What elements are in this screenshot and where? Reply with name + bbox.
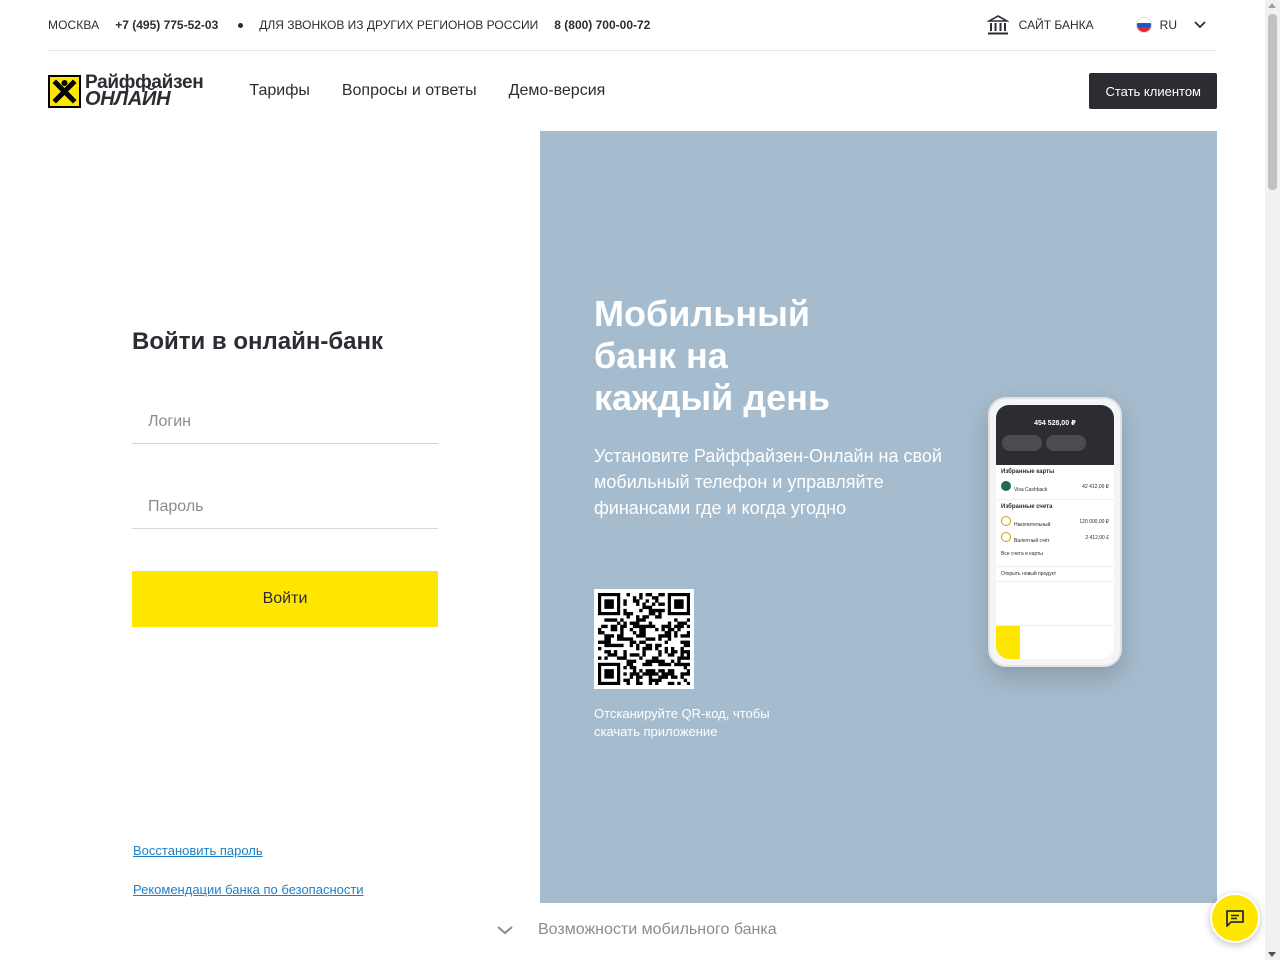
help-links: Восстановить пароль Рекомендации банка п… [133,843,364,921]
main-nav: Тарифы Вопросы и ответы Демо-версия [249,82,605,100]
phone-card-amount: 42 412,00 ₽ [1082,484,1109,490]
mobile-app-promo: Мобильный банк на каждый день Установите… [540,131,1217,903]
regions-label: ДЛЯ ЗВОНКОВ ИЗ ДРУГИХ РЕГИОНОВ РОССИИ [259,18,539,32]
nav-faq[interactable]: Вопросы и ответы [342,82,477,100]
russia-flag-icon [1135,17,1152,33]
phone-cards-section: Избранные карты Visa Cashback 42 412,00 ₽ [996,465,1114,500]
phone-cards-title: Избранные карты [1001,469,1055,475]
page-scrollbar[interactable] [1265,0,1280,960]
qr-code [594,589,694,689]
scroll-up-arrow-icon[interactable] [1268,3,1276,8]
mobile-features-expander[interactable]: Возможности мобильного банка [496,921,777,939]
phone-acc2-name: Валютный счёт [1014,538,1050,544]
phone-screen: 454 528,00 ₽ Избранные карты Visa Cashba… [996,405,1114,659]
scrollbar-thumb[interactable] [1268,14,1277,190]
page: МОСКВА +7 (495) 775-52-03 ДЛЯ ЗВОНКОВ ИЗ… [0,0,1280,960]
phone-accounts-section: Избранные счета Накопительный 120 000,00 … [996,500,1114,567]
qr-caption: Отсканируйте QR-код, чтобы скачать прило… [594,706,770,739]
logo-line2: ОНЛАЙН [85,88,171,110]
restore-password-link[interactable]: Восстановить пароль [133,843,364,858]
phone-acc2-amount: 2 412,00 £ [1085,535,1109,541]
chat-icon [1226,910,1244,927]
chat-button[interactable] [1210,893,1260,943]
phone-accounts-title: Избранные счета [1001,504,1053,510]
security-recommendations-link[interactable]: Рекомендации банка по безопасности [133,882,364,897]
bank-site-label: САЙТ БАНКА [1018,18,1094,32]
nav-demo[interactable]: Демо-версия [509,82,606,100]
chevron-down-icon [497,926,513,935]
promo-description: Установите Райффайзен-Онлайн на свой моб… [594,446,942,518]
main-header: Райффайзен ОНЛАЙН Тарифы Вопросы и ответ… [48,51,1217,131]
bank-icon [986,15,1009,35]
phone-tab-bar [996,625,1114,659]
become-client-button[interactable]: Стать клиентом [1089,73,1217,109]
phone-balance: 454 528,00 ₽ [1034,420,1076,427]
scroll-down-arrow-icon[interactable] [1268,952,1276,957]
separator-dot [238,22,244,28]
phone-mockup: 454 528,00 ₽ Избранные карты Visa Cashba… [988,397,1122,667]
login-form: Войти в онлайн-банк Войти [132,328,438,627]
phone-moscow[interactable]: +7 (495) 775-52-03 [115,18,218,32]
password-input[interactable] [132,485,438,529]
phone-screen-header: 454 528,00 ₽ [996,405,1114,465]
login-button[interactable]: Войти [132,571,438,627]
top-bar: МОСКВА +7 (495) 775-52-03 ДЛЯ ЗВОНКОВ ИЗ… [48,0,1217,51]
mobile-features-label: Возможности мобильного банка [538,921,777,938]
chevron-down-icon [1194,21,1206,29]
phone-regions[interactable]: 8 (800) 700-00-72 [554,18,650,32]
topbar-right: САЙТ БАНКА RU [986,14,1217,36]
logo-text: Райффайзен ОНЛАЙН [85,73,204,110]
logo[interactable]: Райффайзен ОНЛАЙН [48,73,204,110]
nav-tariffs[interactable]: Тарифы [249,82,309,100]
phone-all-accounts: Все счета и карты [1001,551,1043,557]
city-label: МОСКВА [48,18,100,32]
promo-title: Мобильный банк на каждый день [594,293,831,418]
logo-mark-icon [48,74,81,108]
language-selector[interactable]: RU [1135,17,1207,33]
phone-card-name: Visa Cashback [1014,487,1048,493]
language-label: RU [1159,18,1177,32]
login-title: Войти в онлайн-банк [132,328,384,355]
phone-open-product: Открыть новый продукт [996,567,1114,582]
phone-acc1-name: Накопительный [1014,522,1051,528]
bank-site-link[interactable]: САЙТ БАНКА [986,14,1094,36]
phone-acc1-amount: 120 000,00 ₽ [1079,519,1109,525]
login-input[interactable] [132,400,438,444]
